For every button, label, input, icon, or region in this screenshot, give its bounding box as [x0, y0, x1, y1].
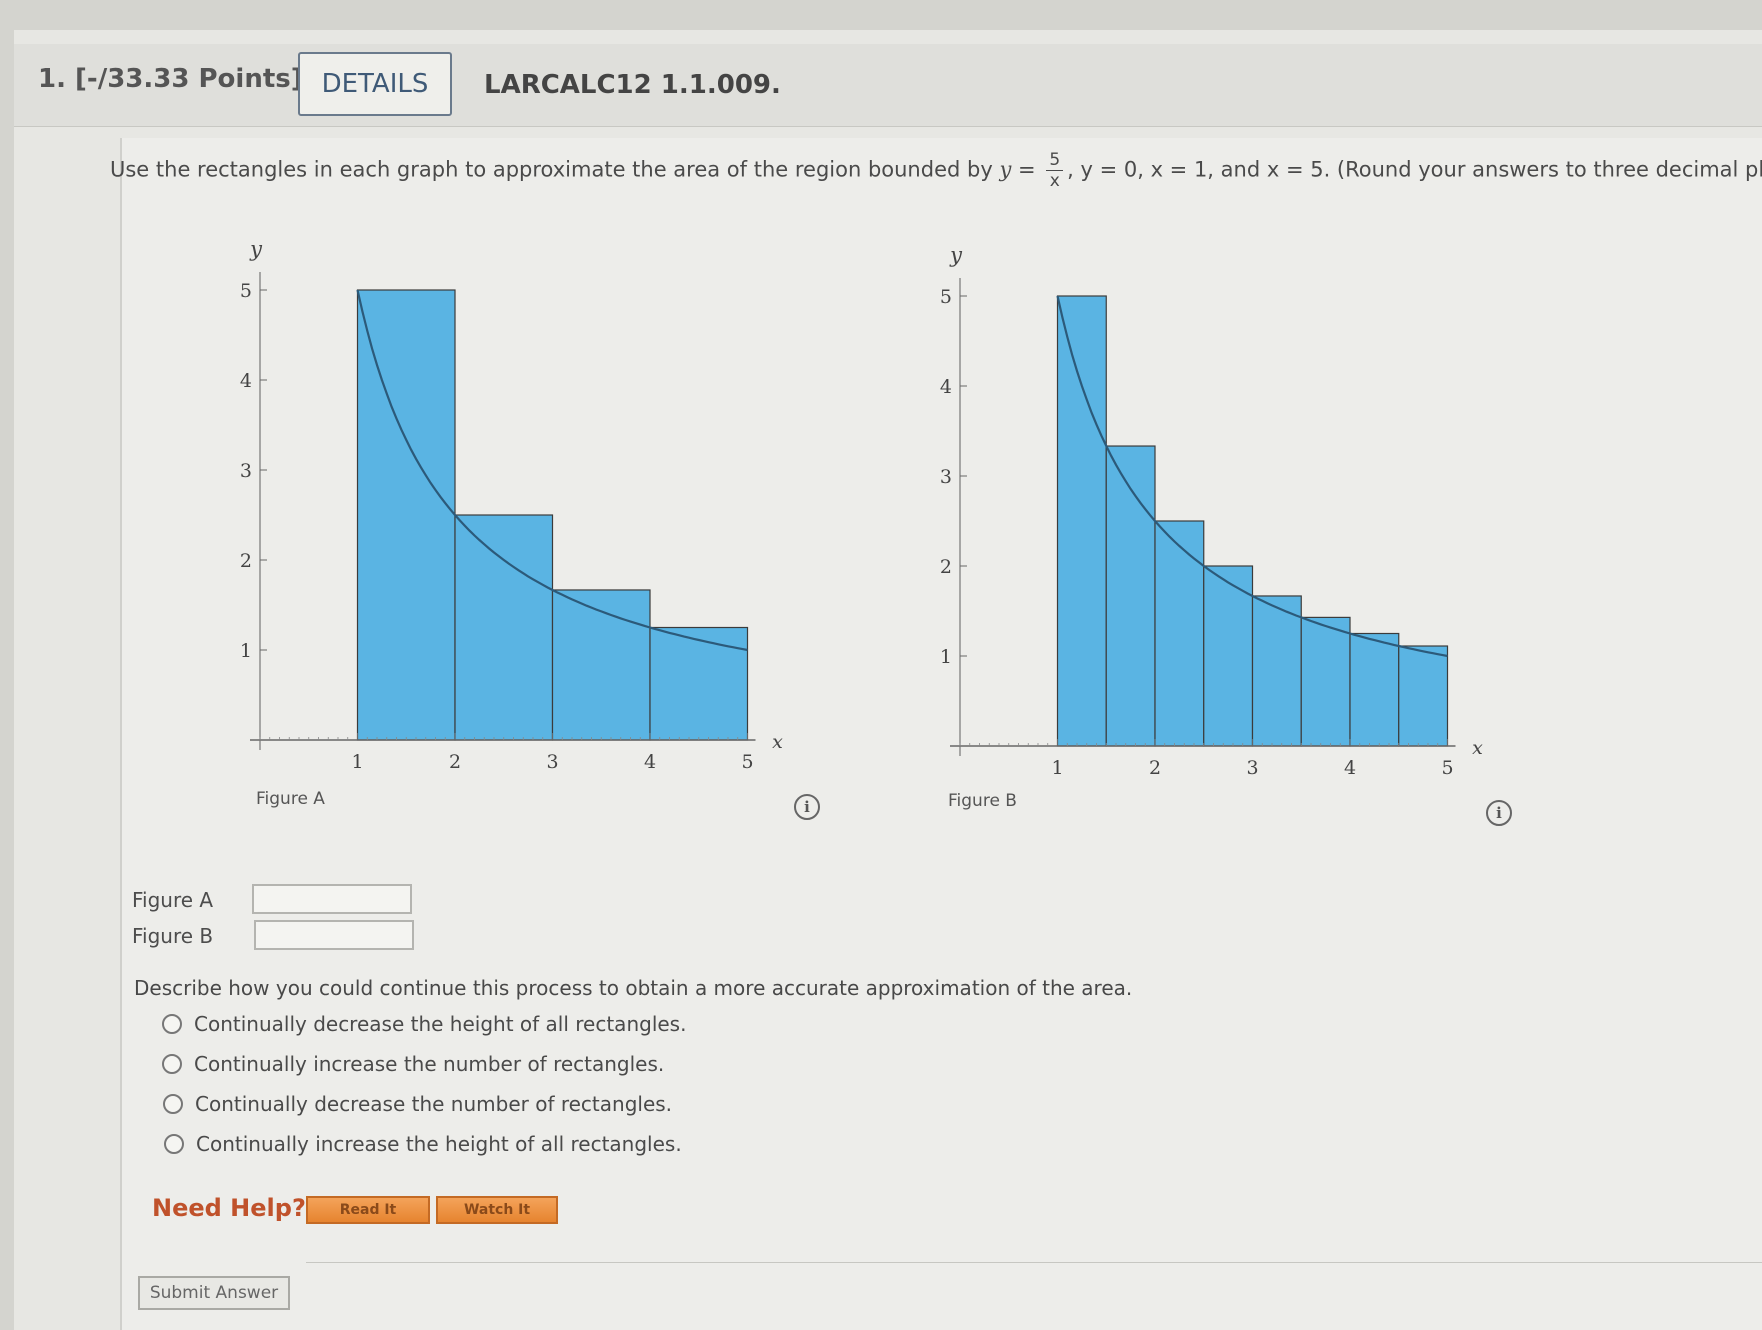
chart-bar: [1056, 295, 1107, 747]
y-tick-label: 3: [240, 460, 252, 482]
problem-code: LARCALC12 1.1.009.: [484, 70, 781, 100]
radio-icon[interactable]: [162, 1054, 182, 1074]
prompt-y-var: y: [999, 157, 1012, 182]
option-decrease-number[interactable]: Continually decrease the number of recta…: [163, 1092, 672, 1116]
x-tick-label: 3: [546, 751, 558, 773]
y-axis-label: y: [949, 243, 963, 267]
radio-icon[interactable]: [163, 1094, 183, 1114]
option-decrease-height[interactable]: Continually decrease the height of all r…: [162, 1012, 686, 1036]
y-tick-label: 2: [240, 550, 252, 572]
prompt-equals: =: [1018, 157, 1036, 182]
figure-a-chart: 1 2 3 4 512345xy: [240, 237, 783, 773]
fraction-denominator: x: [1049, 171, 1060, 191]
option-label: Continually decrease the height of all r…: [194, 1012, 687, 1036]
divider: [306, 1262, 1762, 1263]
info-icon[interactable]: i: [1486, 800, 1512, 826]
answer-b-label: Figure B: [132, 924, 214, 948]
x-tick-label: 5: [1441, 757, 1453, 779]
details-button[interactable]: DETAILS: [298, 52, 452, 116]
chart-bar: [454, 514, 554, 741]
chart-bar: [356, 289, 456, 741]
y-tick-label: 4: [240, 370, 252, 392]
x-tick-label: 5: [741, 751, 753, 773]
y-tick-label: 3: [940, 466, 952, 488]
x-tick-label: 4: [1344, 757, 1356, 779]
chart-bar: [1105, 445, 1156, 747]
chart-bar: [1349, 632, 1400, 747]
question-number: 1.: [38, 64, 66, 94]
chart-bar: [1251, 595, 1302, 747]
prompt-fraction: 5 x: [1046, 150, 1064, 191]
answer-b-input[interactable]: [254, 920, 414, 950]
prompt-text: Use the rectangles in each graph to appr…: [110, 157, 993, 182]
chart-bar: [649, 626, 749, 741]
answer-a-input[interactable]: [252, 884, 412, 914]
prompt-conditions: , y = 0, x = 1, and x = 5. (Round your a…: [1067, 157, 1762, 182]
x-tick-label: 2: [1149, 757, 1161, 779]
figure-b-chart: 1 2 3 4 512345xy: [940, 243, 1483, 779]
x-axis-label: x: [772, 731, 783, 753]
watch-it-button[interactable]: Watch It: [436, 1196, 558, 1224]
radio-icon[interactable]: [164, 1134, 184, 1154]
info-icon[interactable]: i: [794, 794, 820, 820]
fraction-numerator: 5: [1046, 150, 1064, 171]
question-points: 1. [-/33.33 Points]: [38, 64, 303, 94]
y-tick-label: 5: [940, 286, 952, 308]
y-tick-label: 2: [940, 556, 952, 578]
x-tick-label: 2: [449, 751, 461, 773]
read-it-button[interactable]: Read It: [306, 1196, 430, 1224]
option-increase-height[interactable]: Continually increase the height of all r…: [164, 1132, 682, 1156]
points-label: [-/33.33 Points]: [75, 64, 303, 94]
submit-answer-button[interactable]: Submit Answer: [138, 1276, 290, 1310]
need-help-label: Need Help?: [152, 1194, 306, 1222]
y-tick-label: 1: [240, 640, 252, 662]
y-tick-label: 4: [940, 376, 952, 398]
x-tick-label: 3: [1246, 757, 1258, 779]
x-tick-label: 1: [1051, 757, 1063, 779]
figure-a-caption: Figure A: [256, 789, 325, 809]
chart-bar: [1154, 520, 1205, 747]
describe-question: Describe how you could continue this pro…: [134, 976, 1133, 1000]
x-tick-label: 1: [351, 751, 363, 773]
question-prompt: Use the rectangles in each graph to appr…: [110, 150, 1762, 191]
answer-a-label: Figure A: [132, 888, 214, 912]
y-tick-label: 1: [940, 646, 952, 668]
figure-b-caption: Figure B: [948, 791, 1017, 811]
option-increase-number[interactable]: Continually increase the number of recta…: [162, 1052, 664, 1076]
chart-bar: [1398, 645, 1449, 747]
y-tick-label: 5: [240, 280, 252, 302]
option-label: Continually decrease the number of recta…: [195, 1092, 673, 1116]
radio-icon[interactable]: [162, 1014, 182, 1034]
y-axis-label: y: [249, 237, 263, 261]
option-label: Continually increase the height of all r…: [196, 1132, 682, 1156]
x-tick-label: 4: [644, 751, 656, 773]
x-axis-label: x: [1472, 737, 1483, 759]
chart-bar: [1300, 616, 1351, 747]
option-label: Continually increase the number of recta…: [194, 1052, 665, 1076]
